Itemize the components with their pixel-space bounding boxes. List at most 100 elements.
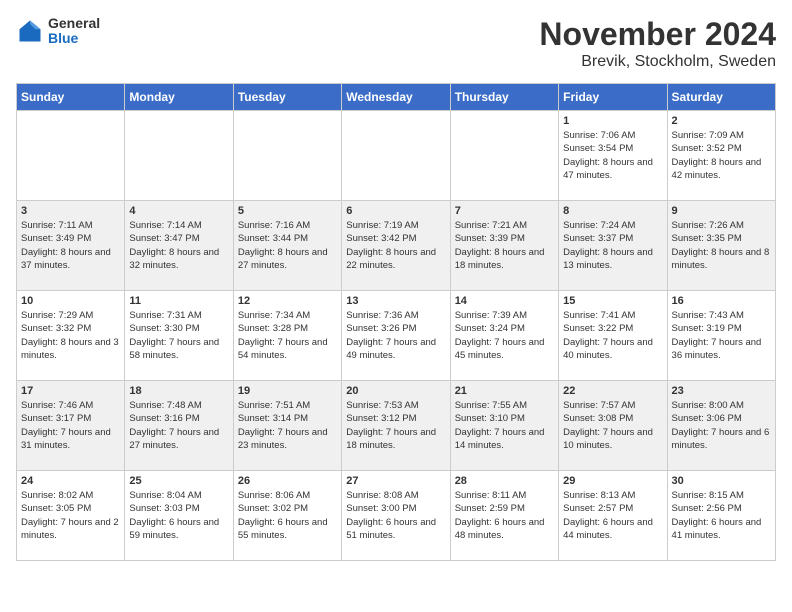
calendar-cell: 23 Sunrise: 8:00 AMSunset: 3:06 PMDayligh… [667,381,775,471]
calendar-cell: 30 Sunrise: 8:15 AMSunset: 2:56 PMDayligh… [667,471,775,561]
day-number: 3 [21,205,120,217]
day-info: Sunrise: 7:26 AMSunset: 3:35 PMDaylight:… [672,219,771,272]
calendar-cell: 7 Sunrise: 7:21 AMSunset: 3:39 PMDaylight… [450,201,558,291]
day-info: Sunrise: 7:34 AMSunset: 3:28 PMDaylight:… [238,309,337,362]
day-info: Sunrise: 7:24 AMSunset: 3:37 PMDaylight:… [563,219,662,272]
day-number: 10 [21,295,120,307]
day-info: Sunrise: 7:57 AMSunset: 3:08 PMDaylight:… [563,399,662,452]
day-number: 30 [672,475,771,487]
calendar-cell: 26 Sunrise: 8:06 AMSunset: 3:02 PMDayligh… [233,471,341,561]
day-info: Sunrise: 8:08 AMSunset: 3:00 PMDaylight:… [346,489,445,542]
calendar: SundayMondayTuesdayWednesdayThursdayFrid… [16,83,776,561]
calendar-cell: 3Sunrise: 7:11 AMSunset: 3:49 PMDaylight… [17,201,125,291]
calendar-cell: 9 Sunrise: 7:26 AMSunset: 3:35 PMDaylight… [667,201,775,291]
day-number: 5 [238,205,337,217]
day-number: 9 [672,205,771,217]
day-info: Sunrise: 7:16 AMSunset: 3:44 PMDaylight:… [238,219,337,272]
calendar-cell [125,111,233,201]
day-number: 23 [672,385,771,397]
day-number: 12 [238,295,337,307]
logo: General Blue [16,16,100,47]
day-number: 28 [455,475,554,487]
day-info: Sunrise: 8:15 AMSunset: 2:56 PMDaylight:… [672,489,771,542]
calendar-cell [450,111,558,201]
subtitle: Brevik, Stockholm, Sweden [539,53,776,71]
calendar-cell: 5 Sunrise: 7:16 AMSunset: 3:44 PMDaylight… [233,201,341,291]
calendar-cell: 25 Sunrise: 8:04 AMSunset: 3:03 PMDayligh… [125,471,233,561]
day-info: Sunrise: 8:06 AMSunset: 3:02 PMDaylight:… [238,489,337,542]
calendar-cell: 8 Sunrise: 7:24 AMSunset: 3:37 PMDaylight… [559,201,667,291]
calendar-header-wednesday: Wednesday [342,84,450,111]
day-number: 22 [563,385,662,397]
calendar-header-sunday: Sunday [17,84,125,111]
day-number: 16 [672,295,771,307]
day-info: Sunrise: 7:29 AMSunset: 3:32 PMDaylight:… [21,309,120,362]
calendar-header-row: SundayMondayTuesdayWednesdayThursdayFrid… [17,84,776,111]
calendar-cell: 19Sunrise: 7:51 AMSunset: 3:14 PMDayligh… [233,381,341,471]
calendar-header-thursday: Thursday [450,84,558,111]
day-number: 4 [129,205,228,217]
day-number: 2 [672,115,771,127]
logo-icon [16,17,44,45]
day-number: 21 [455,385,554,397]
calendar-week-row: 1Sunrise: 7:06 AMSunset: 3:54 PMDaylight… [17,111,776,201]
day-info: Sunrise: 7:21 AMSunset: 3:39 PMDaylight:… [455,219,554,272]
logo-general-text: General [48,16,100,31]
day-number: 15 [563,295,662,307]
calendar-cell: 29 Sunrise: 8:13 AMSunset: 2:57 PMDayligh… [559,471,667,561]
day-number: 24 [21,475,120,487]
title-block: November 2024 Brevik, Stockholm, Sweden [539,16,776,71]
day-info: Sunrise: 7:48 AMSunset: 3:16 PMDaylight:… [129,399,228,452]
calendar-week-row: 17Sunrise: 7:46 AMSunset: 3:17 PMDayligh… [17,381,776,471]
day-number: 29 [563,475,662,487]
day-info: Sunrise: 7:36 AMSunset: 3:26 PMDaylight:… [346,309,445,362]
calendar-cell: 13 Sunrise: 7:36 AMSunset: 3:26 PMDayligh… [342,291,450,381]
day-number: 13 [346,295,445,307]
day-info: Sunrise: 8:13 AMSunset: 2:57 PMDaylight:… [563,489,662,542]
calendar-cell: 20 Sunrise: 7:53 AMSunset: 3:12 PMDayligh… [342,381,450,471]
calendar-week-row: 10 Sunrise: 7:29 AMSunset: 3:32 PMDayligh… [17,291,776,381]
day-number: 7 [455,205,554,217]
calendar-header-saturday: Saturday [667,84,775,111]
day-number: 18 [129,385,228,397]
day-number: 25 [129,475,228,487]
logo-text: General Blue [48,16,100,47]
calendar-cell: 15 Sunrise: 7:41 AMSunset: 3:22 PMDayligh… [559,291,667,381]
calendar-header-monday: Monday [125,84,233,111]
day-number: 26 [238,475,337,487]
day-info: Sunrise: 7:55 AMSunset: 3:10 PMDaylight:… [455,399,554,452]
day-info: Sunrise: 7:39 AMSunset: 3:24 PMDaylight:… [455,309,554,362]
page-header: General Blue November 2024 Brevik, Stock… [16,16,776,71]
calendar-week-row: 3Sunrise: 7:11 AMSunset: 3:49 PMDaylight… [17,201,776,291]
calendar-cell: 14 Sunrise: 7:39 AMSunset: 3:24 PMDayligh… [450,291,558,381]
day-info: Sunrise: 7:53 AMSunset: 3:12 PMDaylight:… [346,399,445,452]
calendar-cell [342,111,450,201]
calendar-header-friday: Friday [559,84,667,111]
day-number: 6 [346,205,445,217]
day-info: Sunrise: 7:43 AMSunset: 3:19 PMDaylight:… [672,309,771,362]
day-number: 8 [563,205,662,217]
calendar-cell: 2Sunrise: 7:09 AMSunset: 3:52 PMDaylight… [667,111,775,201]
calendar-cell: 24Sunrise: 8:02 AMSunset: 3:05 PMDayligh… [17,471,125,561]
calendar-cell: 16 Sunrise: 7:43 AMSunset: 3:19 PMDayligh… [667,291,775,381]
calendar-cell: 18 Sunrise: 7:48 AMSunset: 3:16 PMDayligh… [125,381,233,471]
calendar-cell: 6 Sunrise: 7:19 AMSunset: 3:42 PMDaylight… [342,201,450,291]
day-number: 11 [129,295,228,307]
day-info: Sunrise: 8:04 AMSunset: 3:03 PMDaylight:… [129,489,228,542]
day-info: Sunrise: 7:51 AMSunset: 3:14 PMDaylight:… [238,399,337,452]
day-number: 27 [346,475,445,487]
calendar-cell [233,111,341,201]
main-title: November 2024 [539,16,776,53]
day-number: 1 [563,115,662,127]
day-info: Sunrise: 7:31 AMSunset: 3:30 PMDaylight:… [129,309,228,362]
day-info: Sunrise: 7:41 AMSunset: 3:22 PMDaylight:… [563,309,662,362]
day-number: 20 [346,385,445,397]
calendar-cell: 10 Sunrise: 7:29 AMSunset: 3:32 PMDayligh… [17,291,125,381]
calendar-cell: 28Sunrise: 8:11 AMSunset: 2:59 PMDayligh… [450,471,558,561]
day-number: 14 [455,295,554,307]
day-info: Sunrise: 7:19 AMSunset: 3:42 PMDaylight:… [346,219,445,272]
calendar-cell: 1Sunrise: 7:06 AMSunset: 3:54 PMDaylight… [559,111,667,201]
logo-blue-text: Blue [48,31,100,46]
day-info: Sunrise: 8:00 AMSunset: 3:06 PMDaylight:… [672,399,771,452]
day-info: Sunrise: 7:46 AMSunset: 3:17 PMDaylight:… [21,399,120,452]
